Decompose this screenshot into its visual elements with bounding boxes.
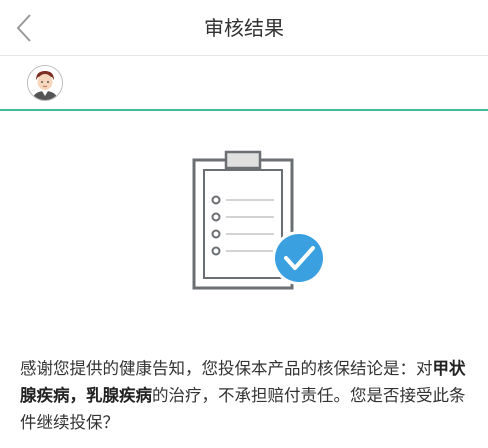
page-title: 审核结果 <box>204 16 284 40</box>
avatar[interactable] <box>27 65 63 101</box>
back-button[interactable] <box>6 10 42 46</box>
message-separator: ， <box>69 386 87 405</box>
back-chevron-icon <box>16 14 31 42</box>
underwriting-result-message: 感谢您提供的健康告知，您投保本产品的核保结论是：对甲状腺疾病，乳腺疾病的治疗，不… <box>20 355 472 436</box>
clipboard-illustration <box>192 150 326 290</box>
nav-bar: 审核结果 <box>0 0 488 56</box>
avatar-icon <box>28 66 62 100</box>
check-badge-icon <box>272 231 326 285</box>
user-bar <box>0 56 488 111</box>
message-intro: 感谢您提供的健康告知，您投保本产品的核保结论是：对 <box>20 359 433 378</box>
excluded-disease-breast: 乳腺疾病 <box>86 386 152 405</box>
